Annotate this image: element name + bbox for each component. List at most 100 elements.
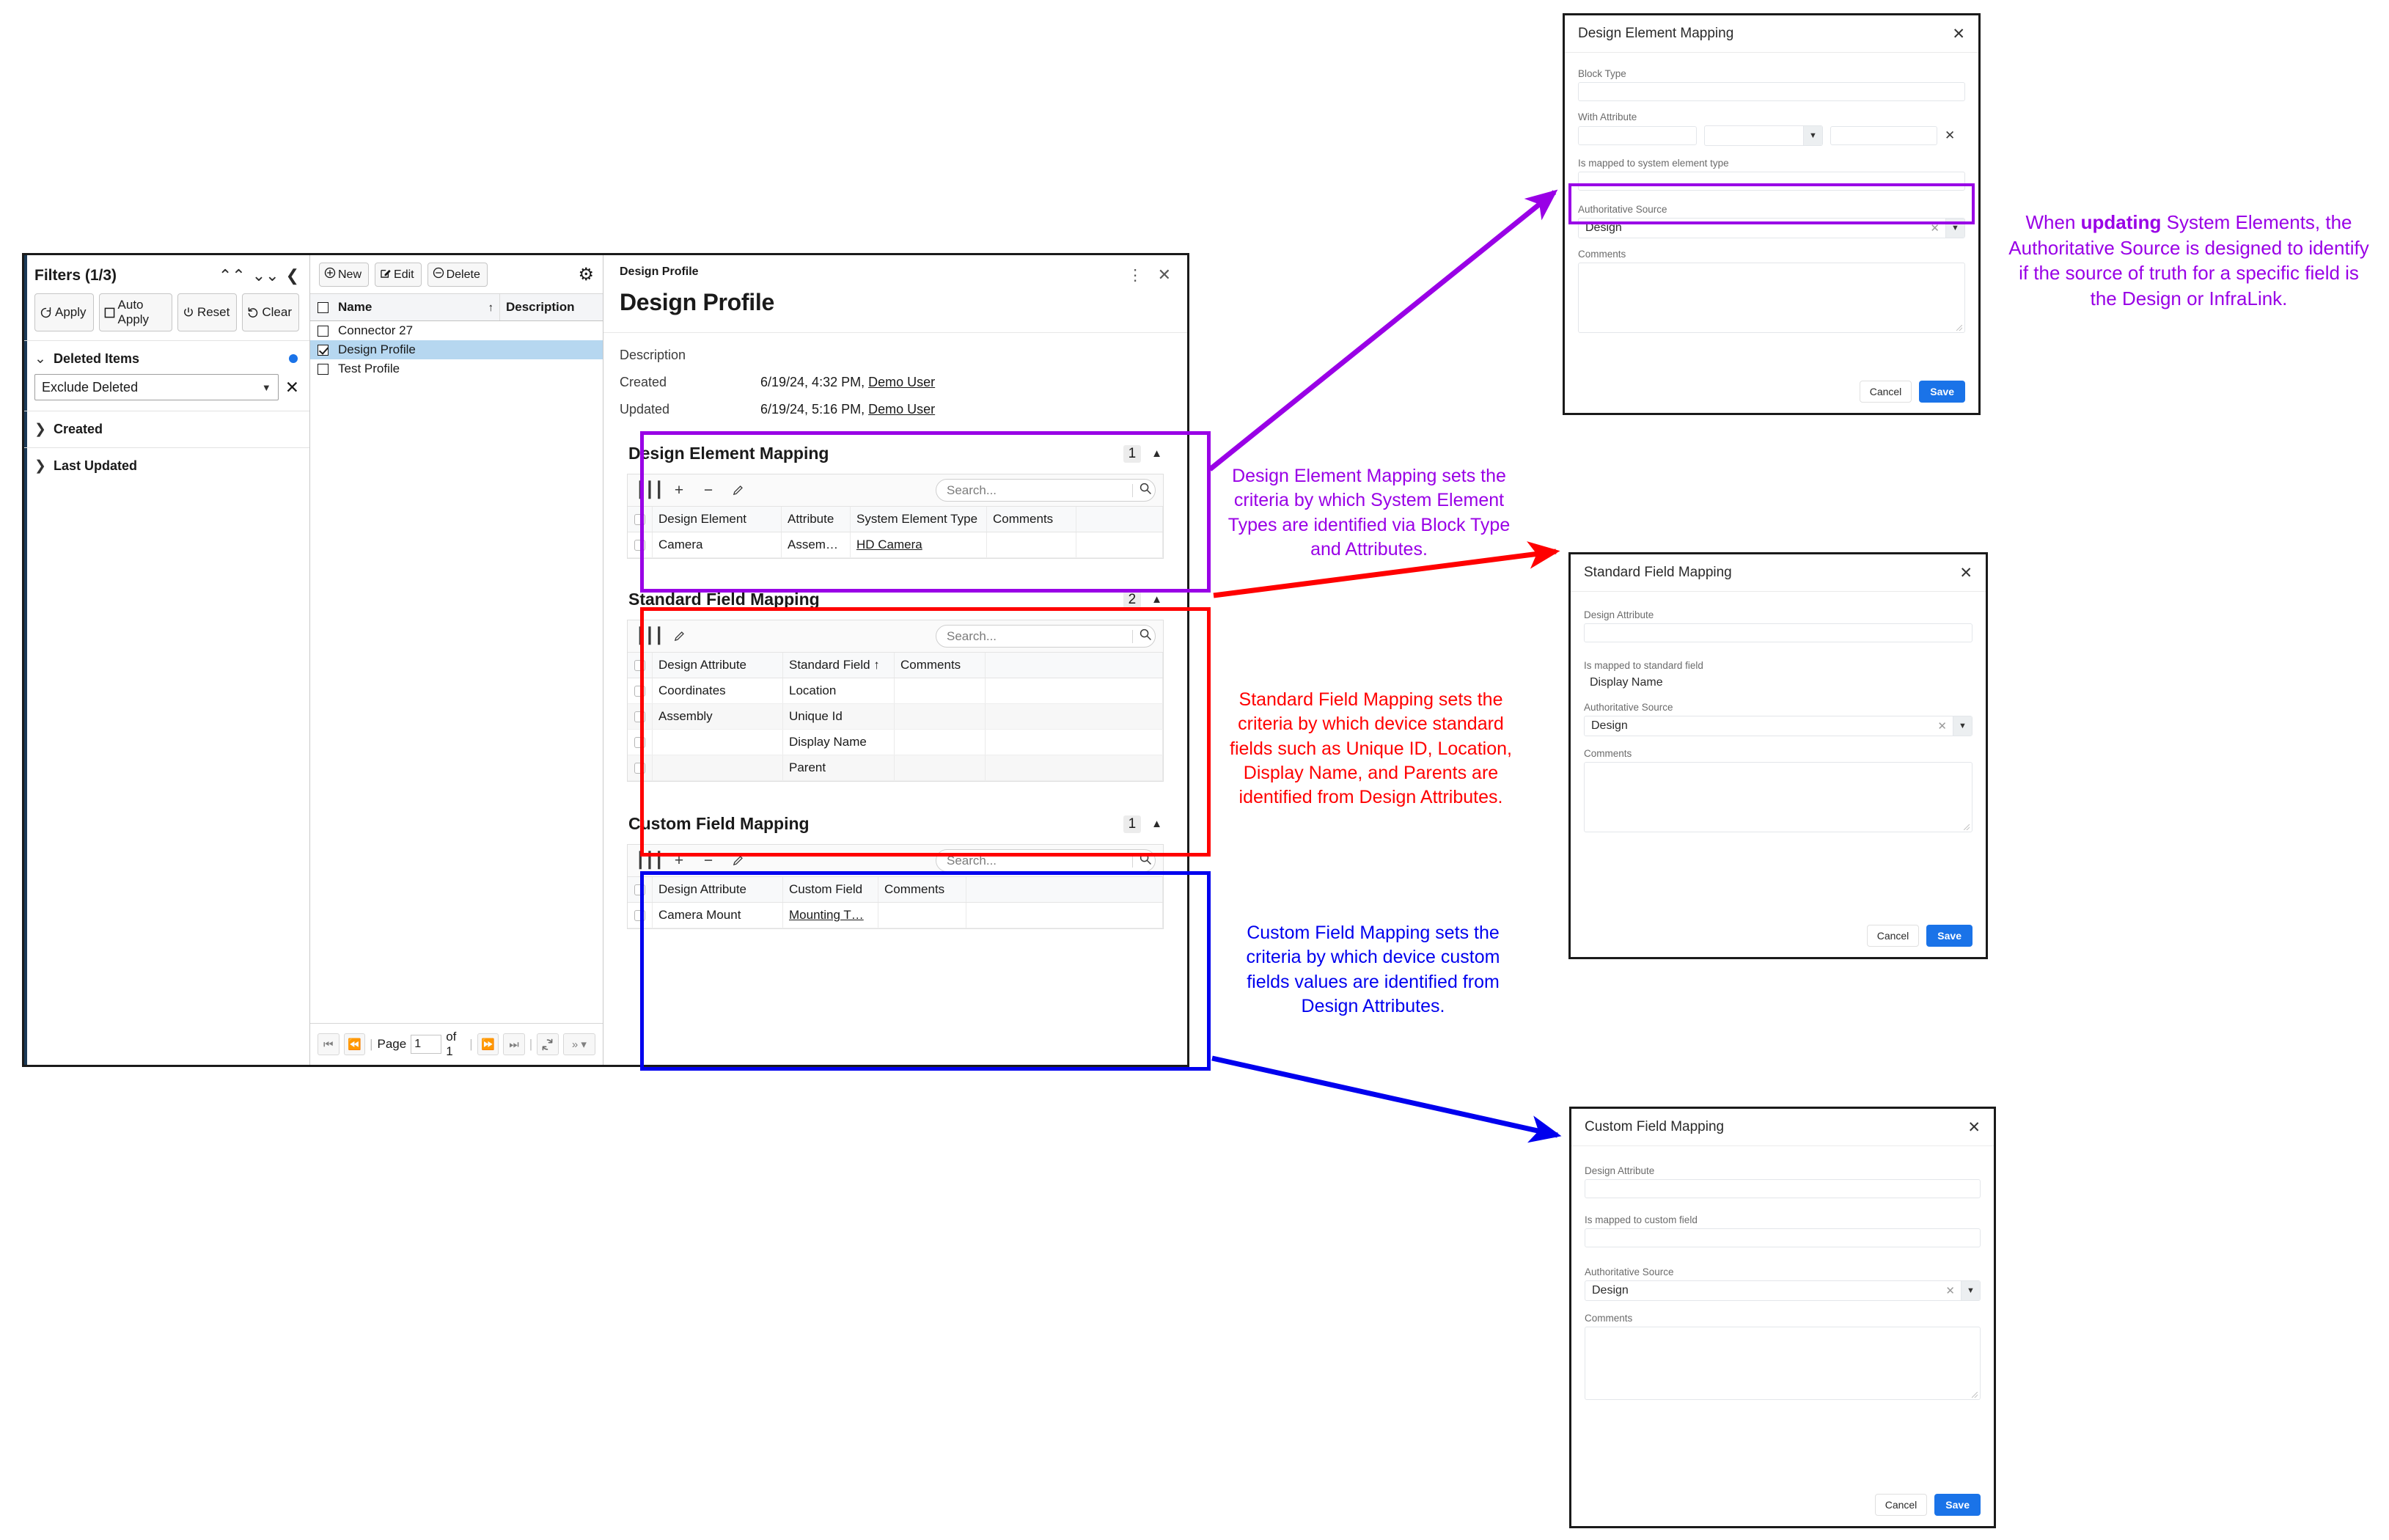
authoritative-source-select[interactable]: Design ✕ ▼ (1584, 716, 1973, 736)
cancel-button[interactable]: Cancel (1866, 925, 1920, 947)
column-header[interactable]: Attribute (782, 507, 851, 532)
created-user-link[interactable]: Demo User (868, 375, 935, 389)
row-checkbox[interactable] (310, 363, 335, 375)
authoritative-source-select[interactable]: Design ✕ ▼ (1578, 218, 1965, 238)
close-icon[interactable]: ✕ (1952, 26, 1965, 42)
chevron-left-icon[interactable]: ❮ (286, 268, 299, 284)
columns-icon[interactable]: ┃┃┃ (635, 850, 664, 872)
remove-attribute-icon[interactable]: ✕ (1945, 128, 1955, 143)
apply-button[interactable]: Apply (34, 293, 94, 331)
chevrons-up-icon[interactable]: ⌃⌃ (219, 268, 246, 284)
auto-apply-button[interactable]: Auto Apply (98, 293, 172, 331)
table-row[interactable]: Parent (628, 755, 1163, 781)
reset-button[interactable]: Reset (177, 293, 238, 331)
pencil-icon[interactable] (723, 850, 752, 872)
last-page-icon[interactable]: ⏭ (503, 1033, 525, 1055)
save-button[interactable]: Save (1926, 925, 1973, 947)
column-header[interactable]: Design Attribute (653, 877, 783, 902)
columns-icon[interactable]: ┃┃┃ (635, 626, 664, 648)
select-all-checkbox[interactable] (628, 653, 653, 678)
column-header[interactable]: Custom Field (783, 877, 878, 902)
updated-user-link[interactable]: Demo User (868, 402, 935, 417)
comments-textarea[interactable] (1578, 263, 1965, 333)
column-header[interactable]: Standard Field ↑ (783, 653, 895, 678)
pencil-icon[interactable] (723, 480, 752, 502)
clear-button[interactable]: Clear (242, 293, 299, 331)
close-icon[interactable]: ✕ (1959, 565, 1973, 581)
cancel-button[interactable]: Cancel (1874, 1494, 1928, 1516)
page-input[interactable] (411, 1035, 442, 1054)
row-checkbox[interactable] (628, 755, 653, 780)
edit-button[interactable]: Edit (375, 263, 422, 287)
row-checkbox[interactable] (628, 704, 653, 729)
new-button[interactable]: New (319, 263, 370, 287)
list-item[interactable]: Design Profile (310, 340, 603, 359)
search-icon[interactable] (1139, 482, 1152, 499)
deleted-items-select[interactable]: Exclude Deleted ▼ (34, 374, 279, 400)
select-all-checkbox[interactable] (310, 301, 335, 313)
row-checkbox[interactable] (310, 344, 335, 356)
caret-up-icon[interactable]: ▲ (1151, 447, 1162, 460)
caret-down-icon[interactable]: ▼ (1953, 716, 1972, 736)
authoritative-source-select[interactable]: Design ✕ ▼ (1585, 1280, 1981, 1301)
block-type-input[interactable] (1578, 82, 1965, 101)
caret-up-icon[interactable]: ▲ (1151, 593, 1162, 606)
refresh-icon[interactable] (537, 1033, 559, 1055)
columns-icon[interactable]: ┃┃┃ (635, 480, 664, 502)
table-row[interactable]: Display Name (628, 730, 1163, 755)
caret-down-icon[interactable]: ▼ (1803, 126, 1822, 145)
save-button[interactable]: Save (1919, 381, 1965, 403)
search-input[interactable]: Search... (936, 849, 1156, 872)
delete-button[interactable]: Delete (427, 263, 488, 287)
mapped-to-system-element-type-input[interactable] (1578, 172, 1965, 191)
row-checkbox[interactable] (628, 532, 653, 557)
column-header[interactable]: Design Element (653, 507, 782, 532)
column-header[interactable]: System Element Type (851, 507, 987, 532)
minus-icon[interactable]: − (694, 850, 723, 872)
cancel-button[interactable]: Cancel (1859, 381, 1912, 403)
system-element-type-link[interactable]: HD Camera (856, 538, 922, 551)
table-row[interactable]: Camera Assem… HD Camera (628, 532, 1163, 558)
close-icon[interactable]: ✕ (1967, 1120, 1981, 1135)
table-row[interactable]: Coordinates Location (628, 678, 1163, 704)
select-all-checkbox[interactable] (628, 877, 653, 902)
comments-textarea[interactable] (1584, 762, 1973, 832)
filter-section-last-updated[interactable]: ❯ Last Updated (24, 447, 309, 484)
row-checkbox[interactable] (628, 678, 653, 703)
clear-icon[interactable]: ✕ (1930, 221, 1945, 235)
minus-icon[interactable]: − (694, 480, 723, 502)
search-input[interactable]: Search... (936, 479, 1156, 502)
close-icon[interactable]: ✕ (1158, 265, 1171, 285)
column-header[interactable]: Comments (895, 653, 986, 678)
first-page-icon[interactable]: ⏮ (318, 1033, 340, 1055)
comments-textarea[interactable] (1585, 1327, 1981, 1400)
search-input[interactable]: Search... (936, 625, 1156, 648)
column-header-description[interactable]: Description (500, 300, 603, 315)
column-header[interactable]: Comments (878, 877, 966, 902)
select-all-checkbox[interactable] (628, 507, 653, 532)
design-attribute-input[interactable] (1585, 1179, 1981, 1198)
row-checkbox[interactable] (628, 903, 653, 928)
column-header-name[interactable]: Name ↑ (335, 294, 500, 320)
row-checkbox[interactable] (310, 325, 335, 337)
design-attribute-input[interactable] (1584, 623, 1973, 642)
table-row[interactable]: Camera Mount Mounting T… (628, 903, 1163, 928)
filter-section-created[interactable]: ❯ Created (24, 411, 309, 447)
chevrons-down-icon[interactable]: ⌄⌄ (252, 268, 279, 284)
double-chevron-right-icon[interactable]: » ▾ (562, 1033, 595, 1055)
filter-section-deleted-items[interactable]: ⌄ Deleted Items (24, 340, 309, 377)
caret-down-icon[interactable]: ▼ (1961, 1281, 1980, 1300)
column-header[interactable]: Comments (987, 507, 1076, 532)
with-attribute-value-input[interactable] (1830, 126, 1937, 145)
clear-icon[interactable]: ✕ (1945, 1284, 1961, 1297)
column-header[interactable]: Design Attribute (653, 653, 783, 678)
more-vertical-icon[interactable]: ⋮ (1128, 266, 1143, 285)
custom-field-link[interactable]: Mounting T… (789, 908, 864, 922)
search-icon[interactable] (1139, 628, 1152, 645)
caret-up-icon[interactable]: ▲ (1151, 818, 1162, 830)
list-item[interactable]: Connector 27 (310, 321, 603, 340)
with-attribute-operator-select[interactable]: ▼ (1704, 125, 1823, 146)
with-attribute-name-input[interactable] (1578, 126, 1697, 145)
save-button[interactable]: Save (1934, 1494, 1981, 1516)
search-icon[interactable] (1139, 852, 1152, 869)
